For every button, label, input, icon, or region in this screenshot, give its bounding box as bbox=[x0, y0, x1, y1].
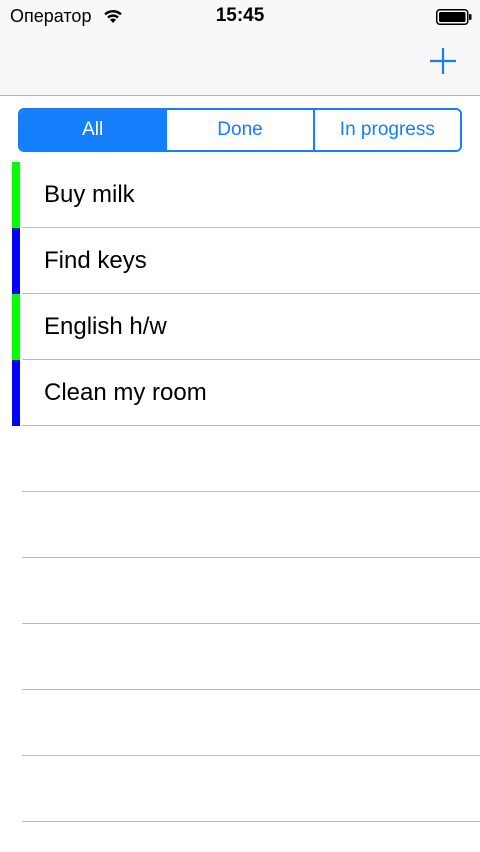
empty-row bbox=[0, 558, 480, 624]
task-list: Buy milk Find keys English h/w Clean my … bbox=[0, 162, 480, 822]
status-color-bar bbox=[12, 294, 20, 360]
navigation-bar bbox=[0, 32, 480, 96]
task-title: Find keys bbox=[44, 247, 147, 274]
empty-row bbox=[0, 492, 480, 558]
task-title: English h/w bbox=[44, 313, 167, 340]
add-task-button[interactable] bbox=[428, 46, 458, 76]
status-color-bar bbox=[12, 360, 20, 426]
task-title: Clean my room bbox=[44, 379, 207, 406]
status-bar: Оператор 15:45 bbox=[0, 0, 480, 32]
task-row[interactable]: Clean my room bbox=[0, 360, 480, 426]
app-screen: Оператор 15:45 All Done In progress Buy … bbox=[0, 0, 480, 852]
segment-all[interactable]: All bbox=[20, 110, 168, 150]
clock: 15:45 bbox=[215, 5, 265, 26]
segment-done[interactable]: Done bbox=[167, 110, 315, 150]
empty-row bbox=[0, 690, 480, 756]
filter-segmented-control: All Done In progress bbox=[18, 108, 462, 152]
status-color-bar bbox=[12, 228, 20, 294]
empty-row bbox=[0, 624, 480, 690]
task-row[interactable]: English h/w bbox=[0, 294, 480, 360]
status-color-bar bbox=[12, 162, 20, 228]
plus-icon bbox=[430, 48, 456, 74]
task-row[interactable]: Find keys bbox=[0, 228, 480, 294]
task-row[interactable]: Buy milk bbox=[0, 162, 480, 228]
segment-in-progress[interactable]: In progress bbox=[314, 110, 460, 150]
row-separator bbox=[22, 821, 480, 822]
empty-row bbox=[0, 426, 480, 492]
battery-icon bbox=[436, 9, 472, 25]
empty-row bbox=[0, 756, 480, 822]
task-title: Buy milk bbox=[44, 181, 135, 208]
